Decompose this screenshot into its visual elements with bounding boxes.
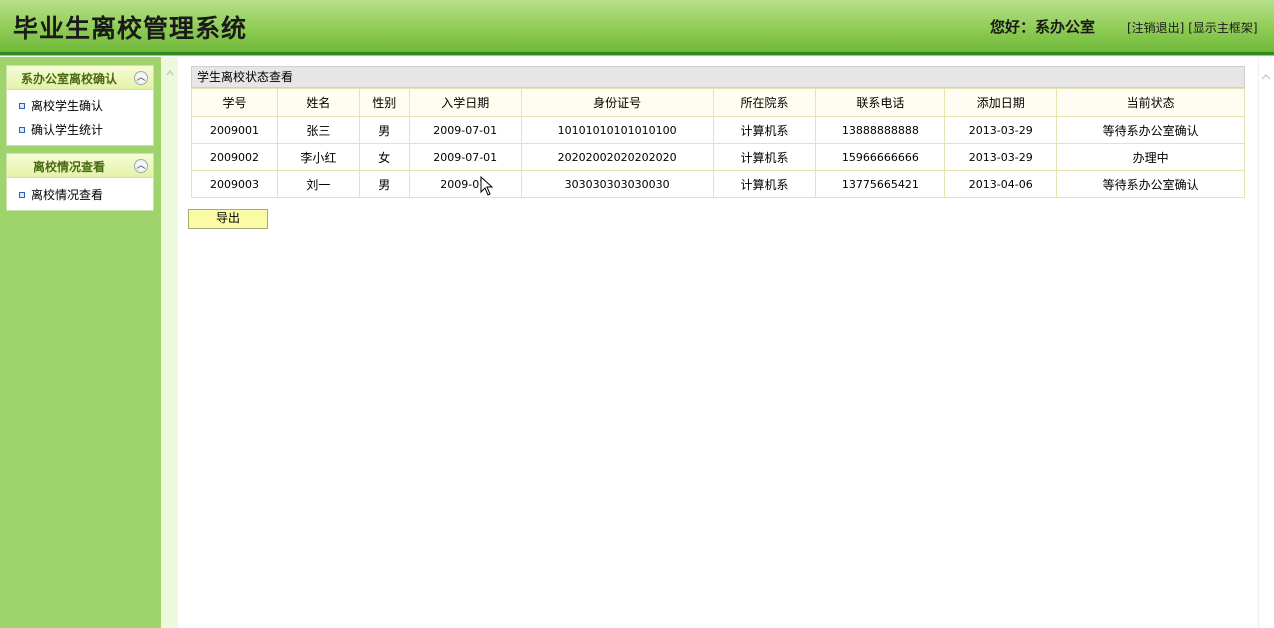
menu-section-title: 离校情况查看 [32, 160, 105, 174]
cell-gender: 男 [358, 116, 410, 144]
cell-enroll-date: 2009-07-01 [408, 116, 522, 144]
sidebar-item-view-status[interactable]: 离校情况查看 [7, 183, 153, 207]
cell-enroll-date: 2009-07- [408, 170, 522, 198]
user-greeting: 您好：系办公室 [990, 18, 1096, 36]
student-status-table: 学号 姓名 性别 入学日期 身份证号 所在院系 联系电话 添加日期 当前状态 2… [191, 88, 1245, 198]
logout-link[interactable]: [注销退出] [1127, 21, 1184, 35]
cell-department: 计算机系 [712, 170, 817, 198]
header-divider [0, 52, 1274, 56]
column-header-phone: 联系电话 [815, 88, 946, 117]
cell-gender: 男 [358, 170, 410, 198]
table-row: 2009003 刘一 男 2009-07- 303030303030030 计算… [191, 170, 1245, 198]
cell-phone: 15966666666 [815, 143, 946, 171]
cell-id-number: 303030303030030 [520, 170, 714, 198]
cell-name: 张三 [276, 116, 360, 144]
cell-status: 等待系办公室确认 [1056, 170, 1245, 198]
cell-gender: 女 [358, 143, 410, 171]
menu-section-header[interactable]: 系办公室离校确认 ︿ [7, 66, 153, 90]
bullet-icon [19, 127, 25, 133]
show-main-frame-link[interactable]: [显示主框架] [1188, 21, 1257, 35]
column-header-id-number: 身份证号 [520, 88, 714, 117]
header-bar: 毕业生离校管理系统 您好：系办公室 [注销退出] [显示主框架] [0, 0, 1274, 52]
right-scroll-strip[interactable] [1258, 57, 1274, 628]
chevron-up-icon[interactable]: ︿ [134, 159, 148, 173]
menu-section-header[interactable]: 离校情况查看 ︿ [7, 154, 153, 178]
cell-name: 李小红 [276, 143, 360, 171]
column-header-gender: 性别 [358, 88, 410, 117]
sidebar-item-label: 离校情况查看 [31, 188, 104, 202]
chevron-up-icon[interactable]: ︿ [134, 71, 148, 85]
sidebar-item-label: 离校学生确认 [31, 99, 104, 113]
sidebar-item-confirm-statistics[interactable]: 确认学生统计 [7, 118, 153, 142]
cell-added-date: 2013-04-06 [944, 170, 1058, 198]
menu-section-leave-confirm: 系办公室离校确认 ︿ 离校学生确认 确认学生统计 [6, 65, 154, 146]
table-header-row: 学号 姓名 性别 入学日期 身份证号 所在院系 联系电话 添加日期 当前状态 [191, 88, 1245, 117]
cell-id-number: 10101010101010100 [520, 116, 714, 144]
header-links: [注销退出] [显示主框架] [1127, 19, 1258, 36]
menu-section-leave-status: 离校情况查看 ︿ 离校情况查看 [6, 153, 154, 211]
cell-department: 计算机系 [712, 116, 817, 144]
cell-added-date: 2013-03-29 [944, 116, 1058, 144]
cell-enroll-date: 2009-07-01 [408, 143, 522, 171]
sidebar-item-label: 确认学生统计 [31, 123, 104, 137]
cell-department: 计算机系 [712, 143, 817, 171]
bullet-icon [19, 192, 25, 198]
menu-section-title: 系办公室离校确认 [20, 72, 117, 86]
cell-id-number: 20202002020202020 [520, 143, 714, 171]
column-header-student-id: 学号 [191, 88, 278, 117]
table-row: 2009001 张三 男 2009-07-01 1010101010101010… [191, 116, 1245, 144]
mouse-cursor-icon [480, 176, 494, 196]
cell-student-id: 2009003 [191, 170, 278, 198]
column-header-department: 所在院系 [712, 88, 817, 117]
sidebar-toggle-strip[interactable] [161, 57, 178, 628]
column-header-enroll-date: 入学日期 [408, 88, 522, 117]
column-header-status: 当前状态 [1056, 88, 1245, 117]
sidebar-item-confirm-students[interactable]: 离校学生确认 [7, 94, 153, 118]
collapse-sidebar-icon[interactable] [165, 68, 175, 78]
cell-name: 刘一 [276, 170, 360, 198]
bullet-icon [19, 103, 25, 109]
panel-title: 学生离校状态查看 [191, 66, 1245, 88]
scroll-up-icon[interactable] [1260, 72, 1272, 82]
cell-status: 等待系办公室确认 [1056, 116, 1245, 144]
cell-phone: 13775665421 [815, 170, 946, 198]
column-header-added-date: 添加日期 [944, 88, 1058, 117]
cell-student-id: 2009002 [191, 143, 278, 171]
app-title: 毕业生离校管理系统 [13, 14, 248, 43]
column-header-name: 姓名 [276, 88, 360, 117]
cell-status: 办理中 [1056, 143, 1245, 171]
cell-phone: 13888888888 [815, 116, 946, 144]
table-row: 2009002 李小红 女 2009-07-01 202020020202020… [191, 143, 1245, 171]
export-button[interactable]: 导出 [188, 209, 268, 229]
cell-student-id: 2009001 [191, 116, 278, 144]
cell-added-date: 2013-03-29 [944, 143, 1058, 171]
